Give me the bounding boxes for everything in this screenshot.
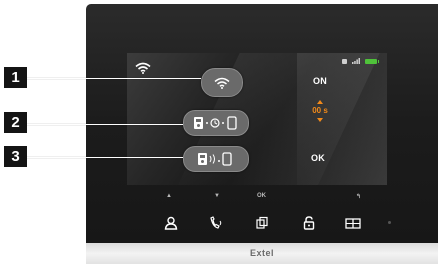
callout-label-2: 2 [4,112,27,133]
monitor-timer-button[interactable] [183,110,249,136]
indicator-led [388,221,391,224]
copy-icon [256,216,268,229]
wifi-icon [214,77,230,89]
monitor-timer-icon [194,116,237,130]
softkey-ok-label: OK [257,193,266,199]
increase-arrow-icon[interactable] [317,100,323,104]
battery-icon [365,58,379,64]
softkey-back-label: ↰ [356,194,362,200]
wifi-toggle-button[interactable] [201,68,243,97]
monitor-ring-icon [198,152,232,166]
monitor-screen: ON 00 s OK [127,53,387,185]
monitor-base: Extel [86,243,438,264]
timer-stepper[interactable]: 00 s [303,100,337,140]
callout-leader-line [25,124,183,125]
copy-button[interactable] [253,214,271,232]
signal-icon [352,58,360,64]
hardware-button-bar [150,214,400,234]
unlock-button[interactable] [300,214,318,232]
brand-logo: Extel [249,248,274,258]
person-button[interactable] [162,214,180,232]
person-icon [164,216,178,230]
softkey-up-label: ▲ [166,193,172,199]
message-icon [342,58,347,64]
wifi-status-value: ON [313,76,328,86]
softkey-labels: ▲ ▼ OK ↰ [127,193,387,205]
intercom-call-button[interactable] [207,214,225,232]
softkey-down-label: ▼ [214,193,220,199]
status-bar [342,58,379,64]
intercom-call-icon [210,216,222,229]
callout-label-1: 1 [4,67,27,88]
decrease-arrow-icon[interactable] [317,118,323,122]
callout-label-3: 3 [4,146,27,167]
gate-icon [345,218,361,229]
callout-leader-line [25,78,201,79]
unlock-icon [303,216,315,230]
wifi-icon [135,62,151,74]
timer-value: 00 s [312,106,328,115]
callout-leader-line [25,157,183,158]
ring-confirm-value[interactable]: OK [311,153,325,163]
monitor-ring-button[interactable] [183,146,249,172]
gate-button[interactable] [344,214,362,232]
